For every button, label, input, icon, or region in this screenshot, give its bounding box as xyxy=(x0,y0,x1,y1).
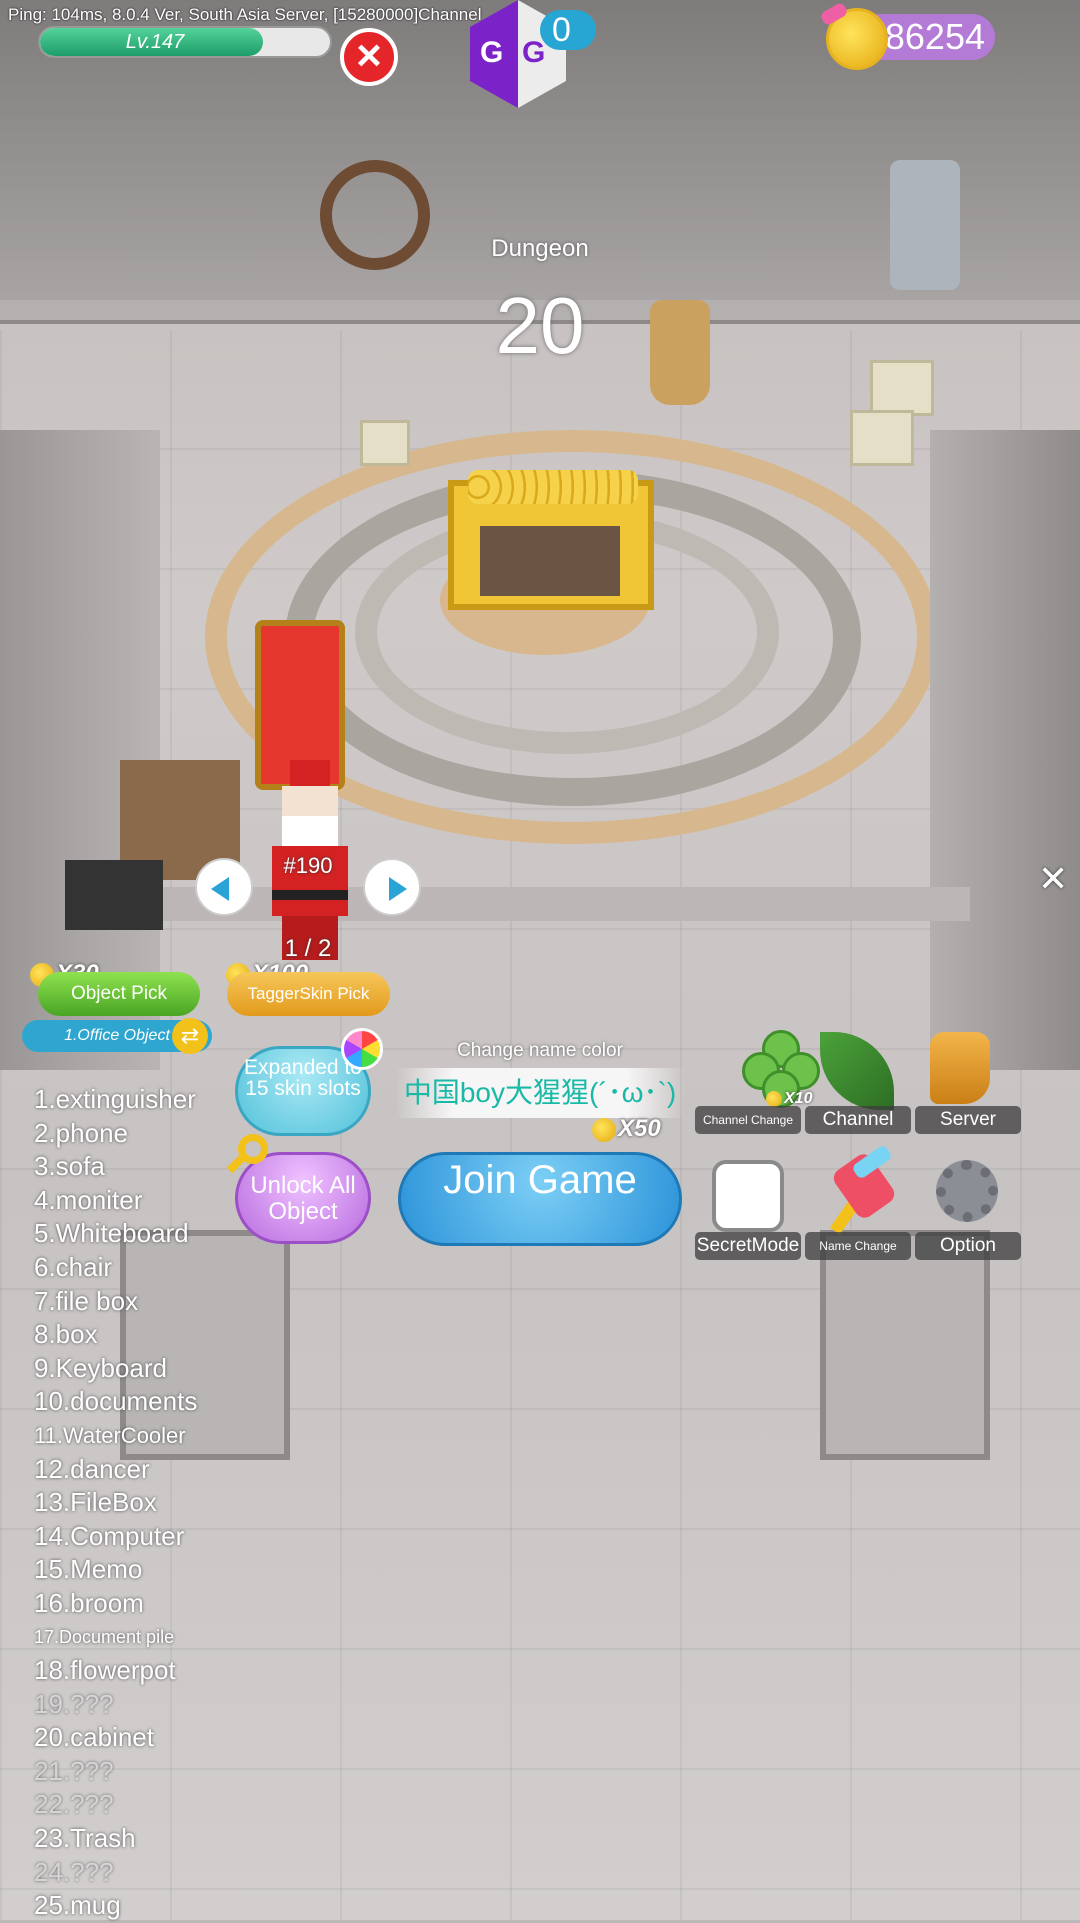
object-list-item[interactable]: 12.dancer xyxy=(22,1453,222,1487)
object-list-item[interactable]: 6.chair xyxy=(22,1251,222,1285)
object-list-item[interactable]: 1.extinguisher xyxy=(22,1083,222,1117)
object-list-item[interactable]: 17.Document pile xyxy=(22,1621,222,1655)
object-list-item[interactable]: 16.broom xyxy=(22,1587,222,1621)
join-game-button[interactable]: Join Game xyxy=(398,1152,682,1246)
close-icon[interactable]: × xyxy=(340,28,398,86)
object-list-item[interactable]: 9.Keyboard xyxy=(22,1352,222,1386)
channel-change-button[interactable]: Channel Change xyxy=(695,1106,801,1134)
overlay-pill: 0 xyxy=(540,10,596,50)
swap-icon[interactable]: ⇄ xyxy=(172,1018,208,1054)
option-button[interactable]: Option xyxy=(915,1232,1021,1260)
object-list-item[interactable]: 3.sofa xyxy=(22,1150,222,1184)
server-icon[interactable] xyxy=(930,1032,990,1104)
coin-icon xyxy=(592,1117,616,1142)
skull xyxy=(360,420,410,466)
gg-letter: G xyxy=(480,36,504,69)
object-list-item[interactable]: 5.Whiteboard xyxy=(22,1217,222,1251)
object-list-item[interactable]: 15.Memo xyxy=(22,1553,222,1587)
player-name: 中国boy大猩猩(´･ω･`) xyxy=(403,1077,677,1108)
object-list-item[interactable]: 21.??? xyxy=(22,1755,222,1789)
object-list-item[interactable]: 8.box xyxy=(22,1318,222,1352)
object-list-item[interactable]: 10.documents xyxy=(22,1385,222,1419)
player-name-color-button[interactable]: 中国boy大猩猩(´･ω･`) xyxy=(395,1068,685,1118)
wooden-wheel xyxy=(320,160,430,270)
object-pick-button[interactable]: Object Pick xyxy=(38,972,200,1016)
color-wheel-icon xyxy=(341,1028,383,1070)
skull xyxy=(850,410,914,466)
map-name: Dungeon xyxy=(491,235,589,262)
skin-number: #190 xyxy=(283,853,333,878)
object-list: 1.extinguisher 2.phone 3.sofa 4.moniter 5.Wh… xyxy=(22,1083,222,1923)
name-color-price: X50 xyxy=(592,1115,661,1143)
object-list-item[interactable]: 18.flowerpot xyxy=(22,1654,222,1688)
gear-icon[interactable] xyxy=(936,1160,998,1222)
object-list-item[interactable]: 14.Computer xyxy=(22,1520,222,1554)
object-list-item[interactable]: 13.FileBox xyxy=(22,1486,222,1520)
gold-coins-pile xyxy=(468,470,638,504)
level-bar: Lv.147 xyxy=(38,26,332,58)
name-change-button[interactable]: Name Change xyxy=(805,1232,911,1260)
vase xyxy=(650,300,710,405)
object-list-item[interactable]: 4.moniter xyxy=(22,1184,222,1218)
tagger-skin-pick-button[interactable]: TaggerSkin Pick xyxy=(227,972,390,1016)
object-list-item[interactable]: 2.phone xyxy=(22,1117,222,1151)
countdown-timer: 20 xyxy=(495,281,585,370)
next-skin-arrow-icon[interactable] xyxy=(363,858,421,916)
level-label: Lv.147 xyxy=(125,31,185,53)
stone-pillar xyxy=(930,430,1080,1070)
ping-status: Ping: 104ms, 8.0.4 Ver, South Asia Serve… xyxy=(8,5,482,24)
dark-box xyxy=(65,860,163,930)
object-list-item[interactable]: 23.Trash xyxy=(22,1822,222,1856)
key-icon xyxy=(222,1134,270,1182)
skull xyxy=(870,360,934,416)
hammer-icon[interactable] xyxy=(818,1143,902,1236)
object-list-item[interactable]: 7.file box xyxy=(22,1285,222,1319)
skin-page: 1 / 2 xyxy=(284,935,332,962)
coin-icon xyxy=(826,8,888,70)
object-list-item[interactable]: 19.??? xyxy=(22,1688,222,1722)
secret-mode-icon[interactable] xyxy=(712,1160,784,1232)
object-list-item[interactable]: 24.??? xyxy=(22,1856,222,1890)
prev-skin-arrow-icon[interactable] xyxy=(195,858,253,916)
coin-icon xyxy=(766,1090,782,1107)
coin-amount: 86254 xyxy=(884,16,985,57)
gg-letter: G xyxy=(522,36,546,69)
object-list-item[interactable]: 25.mug xyxy=(22,1889,222,1923)
change-name-color-label: Change name color xyxy=(457,1040,623,1061)
object-list-item[interactable]: 11.WaterCooler xyxy=(22,1419,222,1453)
object-list-item[interactable]: 20.cabinet xyxy=(22,1721,222,1755)
stone-pedestal xyxy=(820,1230,990,1460)
server-button[interactable]: Server xyxy=(915,1106,1021,1134)
close-panel-icon[interactable]: ✕ xyxy=(1038,858,1068,900)
object-list-item[interactable]: 22.??? xyxy=(22,1788,222,1822)
channel-button[interactable]: Channel xyxy=(805,1106,911,1134)
secret-mode-button[interactable]: SecretMode xyxy=(695,1232,801,1260)
skeleton xyxy=(890,160,960,290)
